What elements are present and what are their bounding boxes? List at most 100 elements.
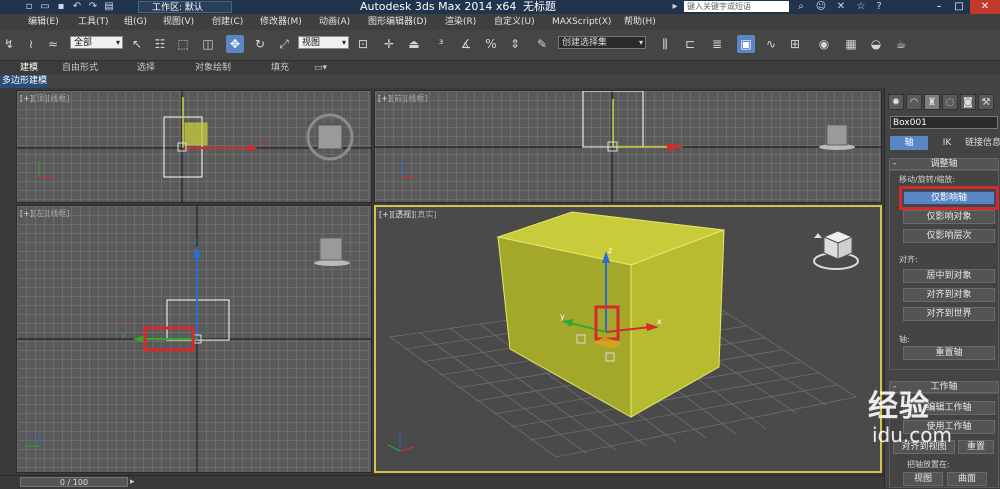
rendered-frame-icon[interactable]: ◒ [867,35,885,53]
align-to-object-button[interactable]: 对齐到对象 [903,288,995,302]
tab-populate[interactable]: 填充 [271,61,289,75]
menu-tools[interactable]: 工具(T) [78,14,109,30]
top-axis-x-label: x [261,139,266,148]
menu-rendering[interactable]: 渲染(R) [445,14,476,30]
affect-hierarchy-only-button[interactable]: 仅影响层次 [903,229,995,243]
front-viewport-scene [375,91,881,202]
select-by-name-icon[interactable]: ☷ [151,35,169,53]
menu-group[interactable]: 组(G) [124,14,147,30]
ribbon-panel: 多边形建模 [0,75,1000,88]
left-axis-z-label: z [193,237,197,246]
perspective-scene: z x y [387,211,859,458]
exchange-icon[interactable]: ✕ [834,0,848,14]
search-input[interactable]: 键入关键字或短语 [684,1,789,12]
pivot-subtab[interactable]: 轴 [890,136,928,150]
time-slider-next-icon[interactable]: ▸ [130,477,135,487]
menu-maxscript[interactable]: MAXScript(X) [552,14,611,30]
app-title: Autodesk 3ds Max 2014 x64 [360,0,517,13]
menu-graph-editors[interactable]: 图形编辑器(D) [368,14,427,30]
tab-selection[interactable]: 选择 [137,61,155,75]
user-icon[interactable]: ☺ [814,0,828,14]
open-file-icon[interactable]: ▭ [38,0,52,14]
ribbon-options-icon[interactable]: ▭▾ [314,61,327,75]
affect-object-only-button[interactable]: 仅影响对象 [903,210,995,224]
viewport-perspective[interactable]: [+][透视][真实] z x y [374,205,882,473]
tab-object-paint[interactable]: 对象绘制 [195,61,231,75]
curve-editor-icon[interactable]: ∿ [762,35,780,53]
star-icon[interactable]: ☆ [854,0,868,14]
polygon-modeling-panel[interactable]: 多边形建模 [0,75,47,88]
mirror-icon[interactable]: ⫼ [656,35,674,53]
align-to-world-button[interactable]: 对齐到世界 [903,307,995,321]
center-to-object-button[interactable]: 居中到对象 [903,269,995,283]
binoculars-icon[interactable]: ⌕ [794,0,808,14]
select-scale-icon[interactable]: ⤢ [275,35,293,53]
display-tab-icon[interactable]: ◙ [960,94,976,110]
tab-modeling[interactable]: 建模 [20,61,38,75]
select-move-icon[interactable]: ✥ [226,35,244,53]
project-folder-icon[interactable]: ▤ [102,0,116,14]
motion-tab-icon[interactable]: ◌ [942,94,958,110]
window-crossing-icon[interactable]: ◫ [199,35,217,53]
reference-coord-dropdown[interactable]: 视图 [298,36,349,49]
angle-snap-icon[interactable]: ∡ [457,35,475,53]
rect-selection-icon[interactable]: ⬚ [174,35,192,53]
bind-space-warp-icon[interactable]: ≈ [44,35,62,53]
tab-freeform[interactable]: 自由形式 [62,61,98,75]
menu-edit[interactable]: 编辑(E) [28,14,59,30]
modify-tab-icon[interactable]: ◠ [906,94,922,110]
adjust-pivot-rollout-header[interactable]: - 调整轴 [889,158,999,170]
select-object-icon[interactable]: ↖ [128,35,146,53]
undo-icon[interactable]: ↶ [70,0,84,14]
select-manipulate-icon[interactable]: ✛ [380,35,398,53]
link-info-subtab[interactable]: 链接信息 [965,136,1000,150]
schematic-view-icon[interactable]: ⊞ [786,35,804,53]
unlink-icon[interactable]: ≀ [22,35,40,53]
selection-filter-dropdown[interactable]: 全部 [70,36,123,49]
edit-named-selection-icon[interactable]: ✎ [533,35,551,53]
graphite-toggle-icon[interactable]: ▣ [737,35,755,53]
render-teapot-icon[interactable]: ☕ [892,35,910,53]
menu-animation[interactable]: 动画(A) [319,14,350,30]
percent-snap-icon[interactable]: % [482,35,500,53]
spinner-snap-icon[interactable]: ⇕ [506,35,524,53]
search-arrow-icon[interactable]: ▸ [668,0,682,14]
menu-view[interactable]: 视图(V) [163,14,194,30]
material-editor-icon[interactable]: ◉ [815,35,833,53]
named-selection-dropdown[interactable]: 创建选择集 [558,36,646,49]
menu-help[interactable]: 帮助(H) [624,14,656,30]
hierarchy-tab-icon[interactable]: ♜ [924,94,940,110]
viewport-top[interactable]: [+][顶][线框] x [16,90,372,203]
menu-create[interactable]: 创建(C) [212,14,243,30]
redo-icon[interactable]: ↷ [86,0,100,14]
ik-subtab[interactable]: IK [932,136,962,150]
place-on-surface-button[interactable]: 曲面 [947,472,987,486]
render-setup-icon[interactable]: ▦ [842,35,860,53]
snaps-toggle-icon[interactable]: ³ [432,35,450,53]
layer-explorer-icon[interactable]: ≣ [708,35,726,53]
menu-customize[interactable]: 自定义(U) [494,14,535,30]
reset-working-pivot-button[interactable]: 重置 [958,440,994,454]
link-icon[interactable]: ↯ [0,35,18,53]
maximize-icon[interactable]: □ [950,0,968,14]
save-file-icon[interactable]: ▪ [54,0,68,14]
menu-modifiers[interactable]: 修改器(M) [260,14,302,30]
reset-pivot-button[interactable]: 重置轴 [903,346,995,360]
pivot-center-icon[interactable]: ⊡ [354,35,372,53]
align-icon[interactable]: ⊏ [681,35,699,53]
close-icon[interactable]: ✕ [970,0,1000,14]
new-file-icon[interactable]: ▫ [22,0,36,14]
select-rotate-icon[interactable]: ↻ [251,35,269,53]
viewport-left[interactable]: [+][左][线框] z y [16,205,372,473]
utilities-tab-icon[interactable]: ⚒ [978,94,994,110]
place-on-view-button[interactable]: 视图 [903,472,943,486]
keyboard-shortcut-icon[interactable]: ⏏ [405,35,423,53]
workspace-dropdown[interactable]: 工作区: 默认 [138,1,232,13]
viewport-front[interactable]: [+][前][线框] [374,90,882,203]
object-name-field[interactable]: Box001 [890,116,998,129]
time-slider[interactable]: 0 / 100 [20,477,128,487]
help-icon[interactable]: ? [872,0,886,14]
affect-pivot-only-button[interactable]: 仅影响轴 [903,191,995,205]
create-tab-icon[interactable]: ✹ [888,94,904,110]
minimize-icon[interactable]: – [930,0,948,14]
